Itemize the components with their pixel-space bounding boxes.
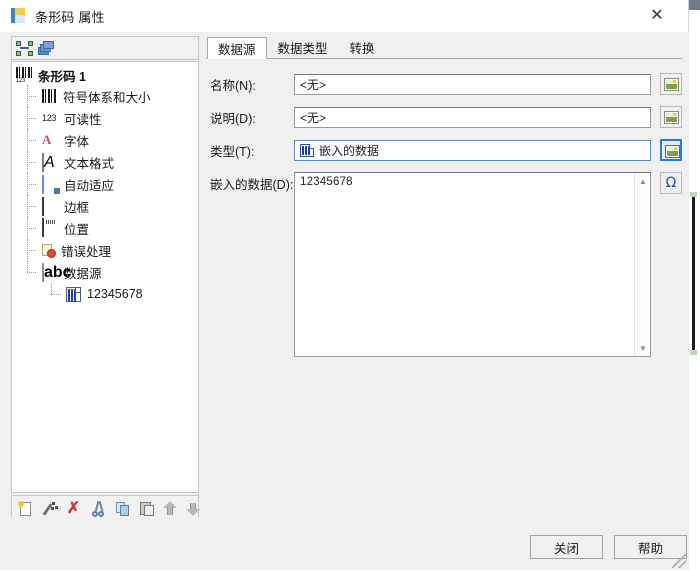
tree-item-position[interactable]: 位置 xyxy=(12,217,198,239)
close-button[interactable]: 关闭 xyxy=(530,535,603,559)
tree-item-auto-fit[interactable]: 自动适应 xyxy=(12,173,198,195)
description-row: 说明(D): <无> xyxy=(206,106,682,128)
name-label: 名称(N): xyxy=(210,78,256,93)
tab-transform[interactable]: 转换 xyxy=(339,36,386,58)
title-bar: 条形码 属性 ✕ xyxy=(0,0,688,32)
embedded-data-icon xyxy=(300,143,314,157)
tree-root-node[interactable]: 123 条形码 1 xyxy=(12,65,198,85)
paste-icon[interactable] xyxy=(139,501,154,517)
border-icon xyxy=(42,197,58,216)
name-row: 名称(N): <无> xyxy=(206,73,682,95)
copy-icon[interactable] xyxy=(115,501,129,517)
data-source-form: 名称(N): <无> 说明(D): <无> 类型(T): 嵌入的数据 嵌入的数据… xyxy=(206,59,682,357)
insert-symbol-button[interactable]: Ω xyxy=(660,172,682,194)
embedded-data-value: 12345678 xyxy=(300,176,353,188)
tree-item-label: 符号体系和大小 xyxy=(63,90,151,105)
tree-item-border[interactable]: 边框 xyxy=(12,195,198,217)
embedded-data-label: 嵌入的数据(D): xyxy=(210,178,294,192)
type-row: 类型(T): 嵌入的数据 xyxy=(206,139,682,161)
delete-icon[interactable]: ✗ xyxy=(66,501,80,517)
tab-data-source[interactable]: 数据源 xyxy=(207,37,267,59)
tree-item-label: 12345678 xyxy=(87,287,143,301)
select-nodes-icon[interactable] xyxy=(16,40,33,56)
tree-item-label: 边框 xyxy=(64,200,90,215)
content-pane: 数据源 数据类型 转换 名称(N): <无> 说明(D): <无> 类型(T):… xyxy=(206,36,682,523)
page-title: 条形码 属性 xyxy=(35,9,105,25)
wizard-icon[interactable] xyxy=(42,501,59,517)
application-root: 条形码 属性 ✕ 123 条形码 1 符号体系和大小 123 可读性 A 字体 … xyxy=(0,0,700,570)
tree-item-text-format[interactable]: A 文本格式 xyxy=(12,151,198,173)
tree-item-embedded-value[interactable]: 12345678 xyxy=(12,283,198,305)
description-label: 说明(D): xyxy=(210,111,256,126)
tree-item-label: 自动适应 xyxy=(64,178,115,193)
description-browse-button[interactable] xyxy=(660,106,682,128)
tree-item-label: 错误处理 xyxy=(61,244,112,259)
barcode-properties-dialog: 条形码 属性 ✕ 123 条形码 1 符号体系和大小 123 可读性 A 字体 … xyxy=(0,0,689,570)
object-tree-panel: 123 条形码 1 符号体系和大小 123 可读性 A 字体 A 文本格式 自动… xyxy=(11,36,200,523)
tab-strip: 数据源 数据类型 转换 xyxy=(206,36,682,59)
resize-grip[interactable] xyxy=(672,554,686,568)
barcode-properties-icon xyxy=(11,8,27,24)
tree-item-label: 文本格式 xyxy=(64,156,115,171)
text-format-icon: A xyxy=(42,153,55,172)
background-dark-bar xyxy=(692,197,695,350)
dialog-footer: 关闭 帮助 xyxy=(0,517,689,570)
embedded-data-row: 嵌入的数据(D): 12345678 ▲ ▼ Ω xyxy=(206,172,682,357)
move-up-icon[interactable] xyxy=(163,501,178,517)
embedded-data-icon xyxy=(66,286,81,302)
type-input[interactable]: 嵌入的数据 xyxy=(294,139,651,161)
name-input[interactable]: <无> xyxy=(294,73,651,95)
tab-data-type[interactable]: 数据类型 xyxy=(267,36,339,58)
tree-item-symbology[interactable]: 符号体系和大小 xyxy=(12,85,198,107)
font-icon: A xyxy=(42,132,52,147)
type-browse-button[interactable] xyxy=(660,139,682,161)
embedded-data-textarea[interactable]: 12345678 ▲ ▼ xyxy=(294,172,651,357)
tree-root-label: 条形码 1 xyxy=(38,69,86,84)
tree-item-data-source[interactable]: abc 数据源 xyxy=(12,261,198,283)
position-icon xyxy=(42,218,58,237)
move-down-icon[interactable] xyxy=(185,501,200,517)
layers-icon[interactable] xyxy=(38,40,55,56)
scroll-down-icon[interactable]: ▼ xyxy=(635,340,650,356)
object-tree[interactable]: 123 条形码 1 符号体系和大小 123 可读性 A 字体 A 文本格式 自动… xyxy=(11,61,199,493)
tree-top-toolbar xyxy=(11,36,199,60)
cut-icon[interactable] xyxy=(91,500,105,517)
scroll-up-icon[interactable]: ▲ xyxy=(635,173,650,189)
tree-item-label: 位置 xyxy=(64,222,90,237)
name-browse-button[interactable] xyxy=(660,73,682,95)
new-icon[interactable] xyxy=(18,501,32,517)
background-marker-bottom xyxy=(690,350,697,355)
barcode-symbology-icon xyxy=(42,89,57,103)
tree-item-error-handling[interactable]: 错误处理 xyxy=(12,239,198,261)
barcode-icon: 123 xyxy=(16,67,33,84)
type-label: 类型(T): xyxy=(210,144,255,159)
description-input[interactable]: <无> xyxy=(294,106,651,128)
close-icon[interactable]: ✕ xyxy=(636,0,678,32)
embedded-data-scrollbar[interactable]: ▲ ▼ xyxy=(634,173,650,356)
abc-data-source-icon: abc xyxy=(42,263,72,282)
tree-item-label: 可读性 xyxy=(64,112,102,127)
tree-item-label: 字体 xyxy=(64,134,90,149)
dialog-body: 123 条形码 1 符号体系和大小 123 可读性 A 字体 A 文本格式 自动… xyxy=(0,32,689,523)
auto-fit-icon xyxy=(42,175,60,194)
error-handling-icon xyxy=(42,243,56,258)
human-readable-123-icon: 123 xyxy=(42,113,57,123)
background-titlebar-chip xyxy=(689,0,700,10)
tree-item-readability[interactable]: 123 可读性 xyxy=(12,107,198,129)
type-value: 嵌入的数据 xyxy=(319,143,380,158)
tree-item-font[interactable]: A 字体 xyxy=(12,129,198,151)
